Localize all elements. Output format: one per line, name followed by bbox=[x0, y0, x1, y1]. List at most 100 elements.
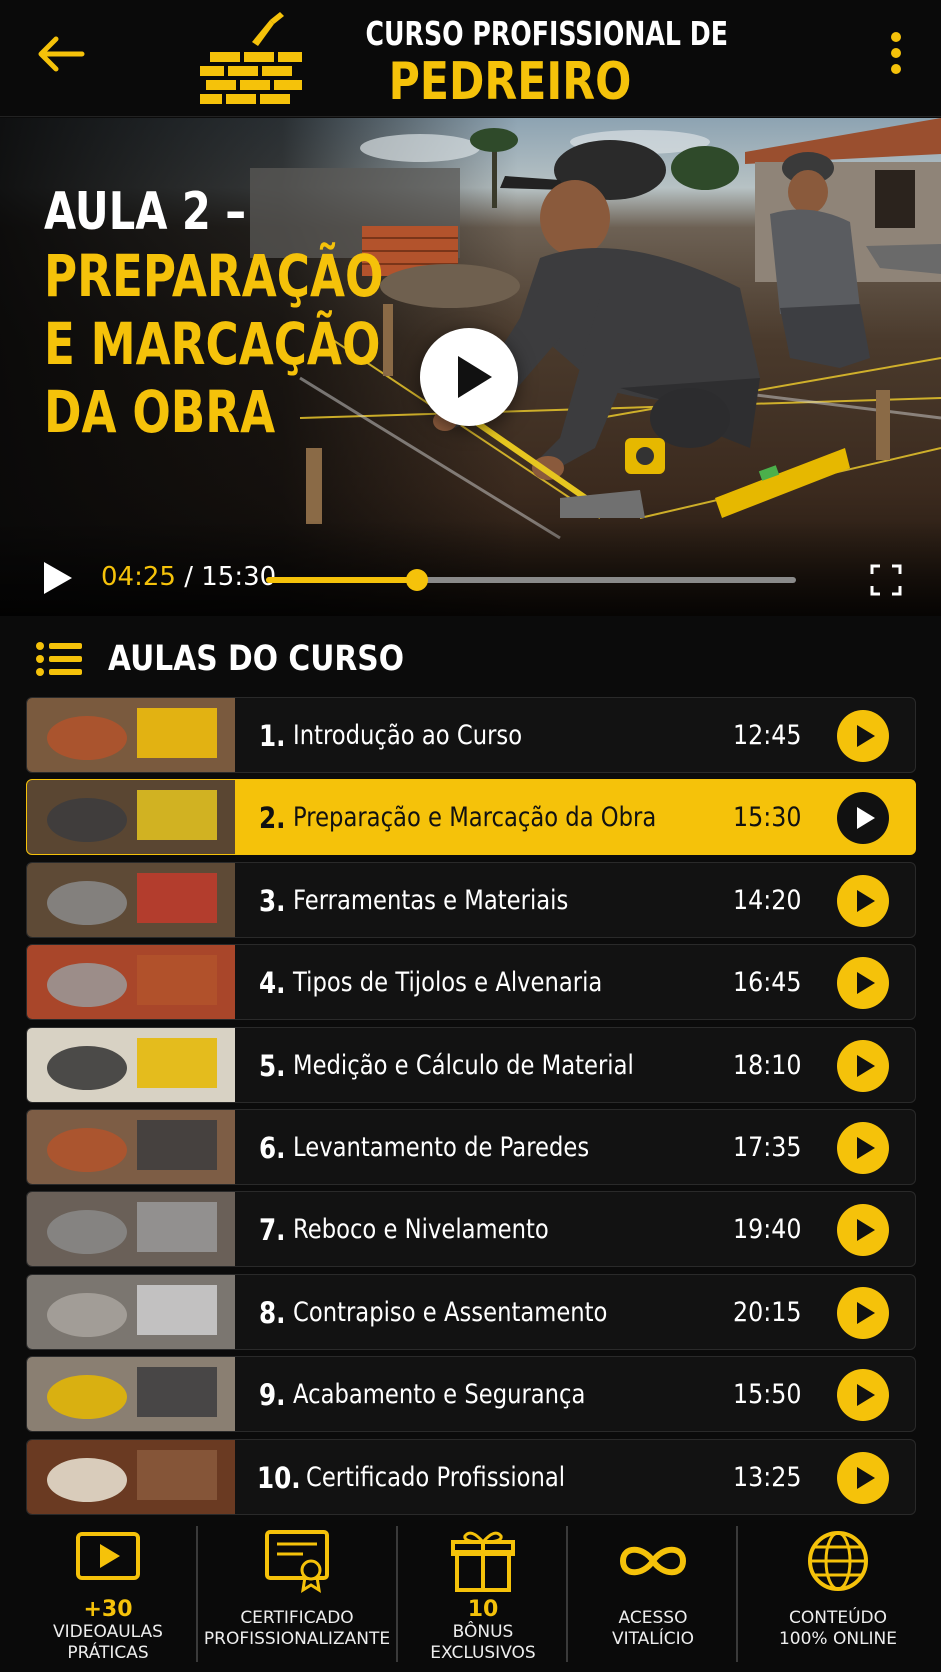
feature-label: VITALÍCIO bbox=[611, 1629, 695, 1649]
fullscreen-icon[interactable] bbox=[870, 564, 902, 596]
feature-label: EXCLUSIVOS bbox=[430, 1643, 536, 1663]
feature-label: 100% ONLINE bbox=[778, 1629, 898, 1649]
lesson-thumbnail bbox=[27, 1274, 235, 1349]
play-circle-icon[interactable] bbox=[837, 710, 889, 762]
brand-line1: CURSO PROFISSIONAL DE bbox=[365, 14, 728, 53]
infinity-icon bbox=[619, 1546, 687, 1576]
lesson-row[interactable]: 1. Introdução ao Curso 12:45 bbox=[26, 697, 916, 773]
lesson-thumbnail bbox=[27, 698, 235, 772]
lesson-title: Acabamento e Segurança bbox=[293, 1379, 586, 1411]
total-time: 15:30 bbox=[201, 562, 277, 592]
progress-fill bbox=[266, 577, 418, 583]
play-circle-icon[interactable] bbox=[837, 1451, 889, 1504]
feature-label: PROFISSIONALIZANTE bbox=[203, 1629, 391, 1649]
course-brand: CURSO PROFISSIONAL DE PEDREIRO bbox=[340, 14, 728, 112]
lesson-title-line1: PREPARAÇÃO bbox=[44, 242, 384, 310]
lesson-row[interactable]: 2. Preparação e Marcação da Obra 15:30 bbox=[26, 779, 916, 856]
lesson-duration: 12:45 bbox=[733, 720, 802, 751]
video-player[interactable]: AULA 2 – PREPARAÇÃO E MARCAÇÃO DA OBRA 0… bbox=[0, 118, 941, 616]
lesson-title: Reboco e Nivelamento bbox=[293, 1214, 549, 1246]
lesson-title: Medição e Cálculo de Material bbox=[293, 1049, 634, 1081]
lesson-title: Introdução ao Curso bbox=[293, 720, 523, 751]
feature-divider bbox=[736, 1526, 738, 1662]
lesson-row[interactable]: 6. Levantamento de Paredes 17:35 bbox=[26, 1108, 916, 1185]
progress-handle[interactable] bbox=[406, 569, 429, 591]
kebab-menu-icon[interactable] bbox=[886, 32, 906, 80]
lesson-thumbnail bbox=[27, 862, 235, 937]
play-icon[interactable] bbox=[42, 562, 72, 594]
lesson-title: Contrapiso e Assentamento bbox=[293, 1296, 608, 1328]
lesson-duration: 20:15 bbox=[733, 1296, 802, 1328]
lesson-number: 9. bbox=[259, 1378, 286, 1413]
feature-item: CONTEÚDO 100% ONLINE bbox=[738, 1520, 938, 1672]
lesson-title-line2: E MARCAÇÃO bbox=[44, 310, 381, 378]
play-circle-icon[interactable] bbox=[837, 792, 889, 845]
feature-label: PRÁTICAS bbox=[67, 1643, 149, 1663]
lesson-duration: 18:10 bbox=[733, 1049, 802, 1081]
back-arrow-icon[interactable] bbox=[34, 34, 86, 74]
lesson-number: 5. bbox=[259, 1048, 286, 1083]
lesson-number: 2. bbox=[259, 801, 286, 836]
feature-item: CERTIFICADO PROFISSIONALIZANTE bbox=[196, 1520, 398, 1672]
video-play-icon bbox=[76, 1532, 140, 1580]
player-controls: 04:25 / 15:30 bbox=[0, 520, 941, 616]
trowel-bricks-logo-icon bbox=[200, 12, 302, 104]
lesson-duration: 15:30 bbox=[733, 802, 802, 834]
globe-icon bbox=[808, 1531, 868, 1591]
lesson-title: Ferramentas e Materiais bbox=[293, 884, 569, 916]
feature-item: +30 VIDEOAULAS PRÁTICAS bbox=[36, 1520, 180, 1672]
lesson-number: 10. bbox=[257, 1460, 301, 1495]
feature-divider bbox=[196, 1526, 198, 1662]
lesson-number: 7. bbox=[259, 1213, 286, 1248]
current-time: 04:25 bbox=[101, 562, 176, 592]
progress-bar[interactable] bbox=[266, 569, 796, 591]
feature-label: CONTEÚDO bbox=[788, 1608, 887, 1628]
play-circle-icon[interactable] bbox=[837, 874, 889, 927]
list-icon bbox=[36, 642, 82, 676]
lesson-row[interactable]: 9. Acabamento e Segurança 15:50 bbox=[26, 1356, 916, 1433]
play-circle-icon[interactable] bbox=[837, 1121, 889, 1174]
lesson-duration: 19:40 bbox=[733, 1214, 802, 1246]
feature-divider bbox=[566, 1526, 568, 1662]
video-lesson-title: AULA 2 – PREPARAÇÃO E MARCAÇÃO DA OBRA bbox=[44, 182, 479, 446]
lesson-thumbnail bbox=[27, 780, 235, 855]
lesson-number: 3. bbox=[259, 883, 286, 918]
lesson-row[interactable]: 10. Certificado Profissional 13:25 bbox=[26, 1438, 916, 1515]
lesson-row[interactable]: 4. Tipos de Tijolos e Alvenaria 16:45 bbox=[26, 944, 916, 1021]
play-circle-icon[interactable] bbox=[837, 957, 889, 1010]
time-display: 04:25 / 15:30 bbox=[101, 562, 276, 592]
lesson-title-line3: DA OBRA bbox=[44, 378, 276, 446]
lesson-number: 8. bbox=[259, 1295, 286, 1330]
play-circle-icon[interactable] bbox=[837, 1039, 889, 1092]
feature-highlight: 10 bbox=[467, 1597, 499, 1622]
lesson-number: 6. bbox=[259, 1130, 286, 1165]
play-circle-icon[interactable] bbox=[837, 1204, 889, 1257]
feature-label: ACESSO bbox=[618, 1608, 688, 1628]
lesson-title: Preparação e Marcação da Obra bbox=[293, 802, 657, 834]
lesson-duration: 15:50 bbox=[733, 1379, 802, 1411]
app-header: CURSO PROFISSIONAL DE PEDREIRO bbox=[0, 0, 941, 117]
lesson-thumbnail bbox=[27, 1357, 235, 1432]
lesson-title: Certificado Profissional bbox=[306, 1461, 566, 1493]
feature-label: VIDEOAULAS bbox=[53, 1622, 163, 1642]
lesson-list: 1. Introdução ao Curso 12:45 2. Preparação e… bbox=[26, 697, 916, 1521]
lesson-prefix: AULA 2 – bbox=[44, 182, 247, 242]
lesson-duration: 17:35 bbox=[733, 1131, 802, 1163]
lesson-thumbnail bbox=[27, 1109, 235, 1184]
lesson-row[interactable]: 5. Medição e Cálculo de Material 18:10 bbox=[26, 1026, 916, 1103]
gift-icon bbox=[451, 1531, 515, 1592]
lesson-row[interactable]: 3. Ferramentas e Materiais 14:20 bbox=[26, 861, 916, 938]
play-circle-icon[interactable] bbox=[837, 1369, 889, 1422]
lesson-thumbnail bbox=[27, 945, 235, 1020]
lesson-number: 1. bbox=[259, 719, 286, 753]
lesson-row[interactable]: 8. Contrapiso e Assentamento 20:15 bbox=[26, 1273, 916, 1350]
lesson-duration: 13:25 bbox=[733, 1461, 802, 1493]
play-circle-icon[interactable] bbox=[837, 1286, 889, 1339]
lesson-thumbnail bbox=[27, 1192, 235, 1267]
brand-line2: PEDREIRO bbox=[388, 52, 632, 112]
center-play-button[interactable] bbox=[420, 328, 518, 426]
lesson-row[interactable]: 7. Reboco e Nivelamento 19:40 bbox=[26, 1191, 916, 1268]
feature-item: 10 BÔNUS EXCLUSIVOS bbox=[398, 1520, 568, 1672]
time-separator: / bbox=[184, 562, 193, 592]
lesson-thumbnail bbox=[27, 1439, 235, 1514]
